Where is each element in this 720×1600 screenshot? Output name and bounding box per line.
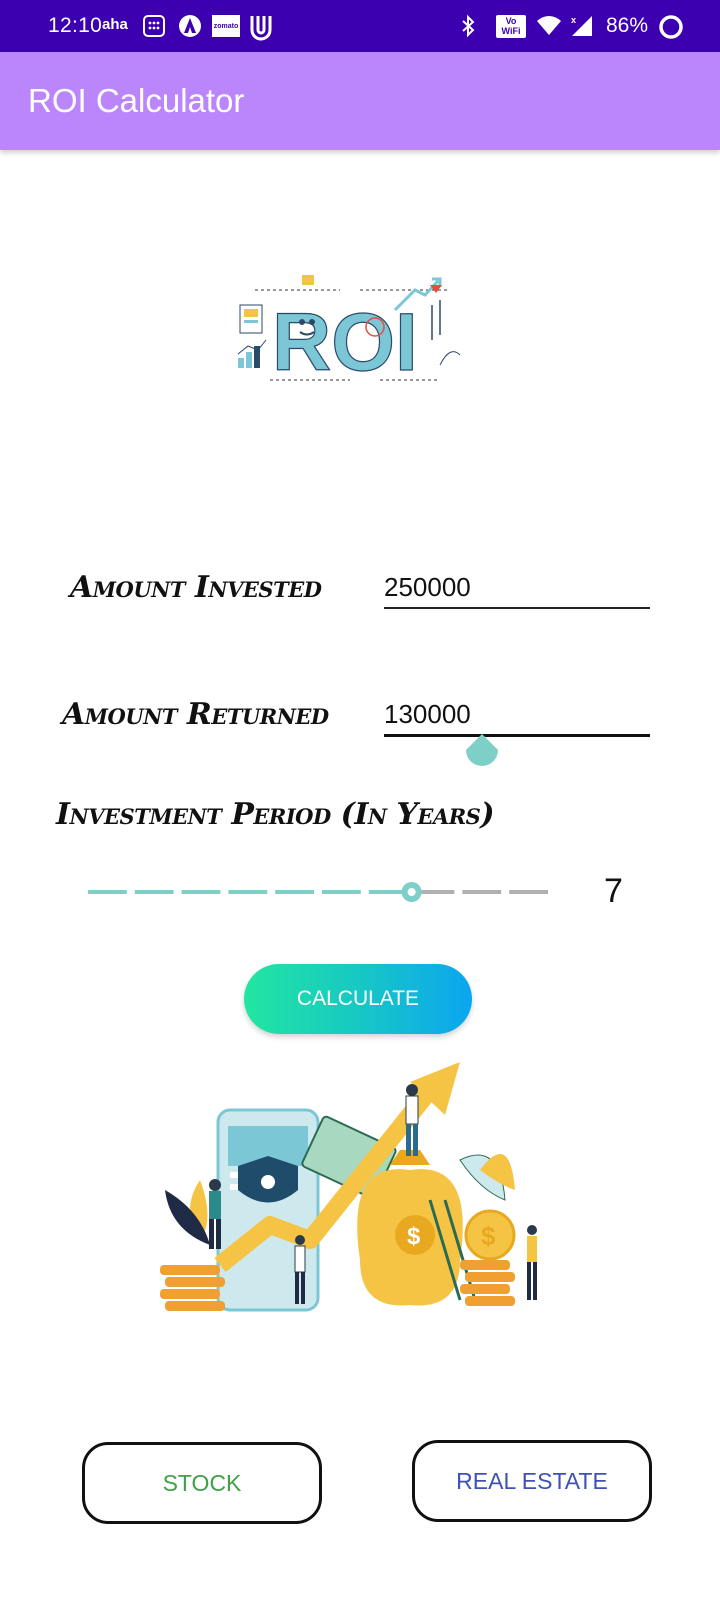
wifi-icon [536, 14, 562, 38]
slider-thumb-center [407, 888, 416, 896]
amount-invested-label: Amount Invested [70, 570, 322, 605]
amount-invested-input[interactable] [384, 567, 650, 609]
app-bar: ROI Calculator [0, 52, 720, 150]
battery-icon [658, 14, 684, 39]
aha-icon: aha [102, 16, 128, 33]
status-time: 12:10 [48, 14, 103, 37]
finance-illustration: $ $ [160, 1060, 560, 1330]
uj-icon [248, 12, 274, 41]
svg-text:$: $ [407, 1223, 421, 1250]
zomato-icon: zomato [212, 15, 240, 37]
arrow-a-icon [178, 14, 202, 38]
stock-button[interactable]: STOCK [82, 1442, 322, 1524]
calculate-button[interactable]: CALCULATE [244, 964, 472, 1034]
svg-text:x: x [571, 15, 576, 25]
signal-icon: x [570, 14, 596, 38]
investment-period-label: Investment Period (In Years) [56, 797, 495, 832]
bluetooth-icon [458, 14, 480, 38]
real-estate-button[interactable]: REAL ESTATE [412, 1440, 652, 1522]
roi-logo-image: ROI [210, 245, 510, 430]
app-title: ROI Calculator [28, 82, 245, 119]
amount-returned-input[interactable] [384, 694, 650, 737]
svg-text:$: $ [481, 1221, 496, 1251]
battery-percent: 86% [606, 14, 649, 37]
investment-period-value: 7 [604, 872, 623, 910]
investment-period-slider[interactable] [84, 880, 552, 904]
text-cursor-handle[interactable] [464, 732, 500, 779]
vowifi-icon: Vo WiFi [496, 15, 526, 38]
status-bar: 12:10 aha zomato Vo WiFi x 86% [0, 0, 720, 52]
keypad-icon [142, 14, 166, 38]
amount-returned-label: Amount Returned [62, 697, 329, 732]
